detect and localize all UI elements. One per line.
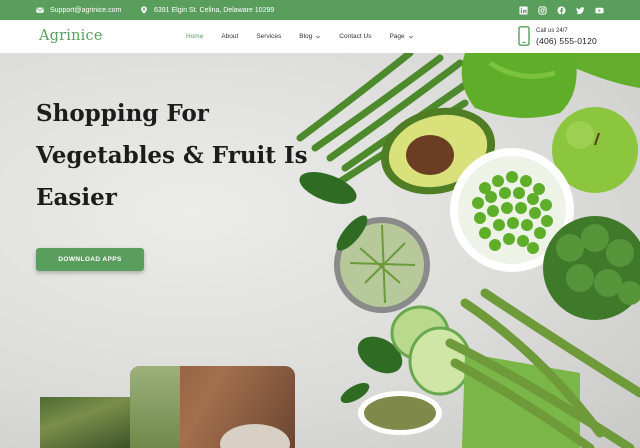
social-links: [519, 0, 604, 20]
address-text: 6391 Elgin St. Celina, Delaware 10299: [154, 6, 275, 14]
nav-item-home[interactable]: Home: [186, 33, 203, 40]
feature-photo-greens: [40, 397, 130, 448]
nav-about-label: About: [221, 33, 239, 40]
nav-item-about[interactable]: About: [221, 33, 238, 40]
chevron-down-icon: [408, 35, 413, 38]
nav-menu: Home About Services Blog Contact Us Page: [186, 20, 432, 53]
call-label: Call us 24/7: [536, 27, 568, 34]
nav-services-label: Services: [256, 33, 282, 40]
call-number: (406) 555-0120: [536, 35, 597, 46]
mail-icon: [36, 7, 44, 13]
top-bar: Support@agrinice.com 6391 Elgin St. Celi…: [0, 0, 640, 20]
photo-leaf-detail: [130, 366, 180, 448]
address-contact: 6391 Elgin St. Celina, Delaware 10299: [140, 0, 274, 20]
feature-photo-dish: [130, 366, 295, 448]
location-pin-icon: [141, 6, 147, 14]
nav-item-blog[interactable]: Blog: [299, 33, 321, 40]
nav-contact-label: Contact Us: [339, 33, 372, 40]
hero-title: Shopping For Vegetables & Fruit Is Easie…: [36, 93, 336, 219]
nav-page-label: Page: [389, 33, 405, 40]
smartphone-icon: [518, 26, 530, 46]
hero-title-line-3: Easier: [36, 184, 117, 211]
email-text: Support@agrinice.com: [50, 6, 122, 14]
nav-item-contact[interactable]: Contact Us: [339, 33, 371, 40]
nav-item-services[interactable]: Services: [256, 33, 281, 40]
nav-item-page[interactable]: Page: [389, 33, 413, 40]
nav-home-label: Home: [186, 33, 204, 40]
instagram-icon[interactable]: [538, 5, 547, 15]
hero-title-line-1: Shopping For: [36, 100, 209, 127]
email-contact[interactable]: Support@agrinice.com: [36, 0, 121, 20]
photo-dish-detail: [220, 424, 290, 448]
download-apps-button[interactable]: DOWNLOAD APPS: [36, 248, 144, 271]
chevron-down-icon: [316, 35, 321, 38]
site-logo[interactable]: Agrinice: [39, 28, 103, 44]
call-widget[interactable]: Call us 24/7 (406) 555-0120: [518, 26, 597, 46]
youtube-icon[interactable]: [595, 6, 604, 15]
hero-title-line-2: Vegetables & Fruit Is: [36, 142, 308, 169]
linkedin-icon[interactable]: [519, 5, 528, 15]
vegetables-image: [296, 53, 640, 448]
main-navbar: Agrinice Home About Services Blog Contac…: [0, 20, 640, 53]
twitter-icon[interactable]: [576, 6, 585, 15]
nav-blog-label: Blog: [299, 33, 313, 40]
facebook-icon[interactable]: [557, 5, 566, 15]
hero-section: Shopping For Vegetables & Fruit Is Easie…: [0, 53, 640, 448]
